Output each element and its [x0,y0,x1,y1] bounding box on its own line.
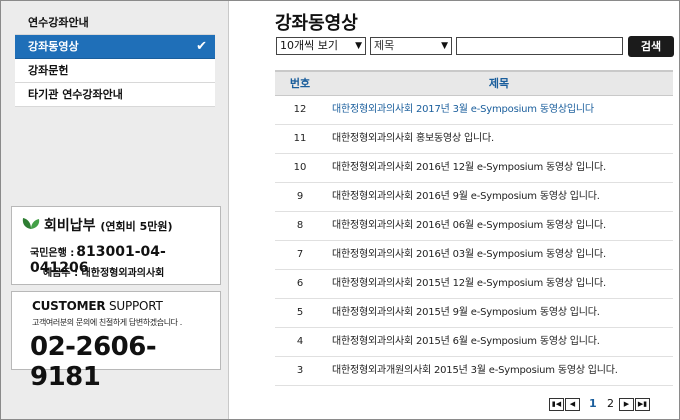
row-title-link[interactable]: 대한정형외과의사회 2016년 03월 e-Symposium 동영상 입니다. [332,241,606,269]
row-number: 3 [296,365,304,376]
sidebar-item-label: 타기관 연수강좌안내 [28,88,123,101]
search-toolbar: 10개씩 보기 ▼ 제목 ▼ 검색 [276,36,674,57]
search-field-value: 제목 [374,39,395,52]
sidebar-item-course-videos[interactable]: 강좌동영상 ✔ [15,35,215,59]
page-link-2[interactable]: 2 [607,397,614,410]
row-title-link[interactable]: 대한정형외과의사회 홍보동영상 입니다. [332,125,494,153]
fee-subtitle: (연회비 5만원) [100,220,173,233]
row-title-link[interactable]: 대한정형외과개원의사회 2015년 3월 e-Symposium 동영상 입니다… [332,357,618,385]
table-row[interactable]: 3 대한정형외과개원의사회 2015년 3월 e-Symposium 동영상 입… [275,357,673,386]
table-row[interactable]: 8 대한정형외과의사회 2016년 06월 e-Symposium 동영상 입니… [275,212,673,241]
page-link-1[interactable]: 1 [589,397,597,410]
row-title-link[interactable]: 대한정형외과의사회 2015년 9월 e-Symposium 동영상 입니다. [332,299,600,327]
page-size-select[interactable]: 10개씩 보기 ▼ [276,37,366,55]
prev-page-icon[interactable]: ◀ [565,398,580,411]
customer-support-box: CUSTOMER SUPPORT 고객여러분의 문의에 친절하게 답변하겠습니다… [11,291,221,392]
sidebar-item-label: 강좌문헌 [28,64,69,77]
table-row[interactable]: 7 대한정형외과의사회 2016년 03월 e-Symposium 동영상 입니… [275,241,673,270]
row-number: 11 [293,133,307,144]
first-page-icon[interactable]: ▮◀ [549,398,564,411]
row-number: 5 [296,307,304,318]
sidebar: 연수강좌안내 강좌동영상 ✔ 강좌문헌 타기관 연수강좌안내 회비납부 (연회비… [1,1,229,419]
page-title: 강좌동영상 [275,13,358,34]
support-title-rest: SUPPORT [105,299,163,313]
row-number: 9 [296,191,304,202]
row-number: 6 [296,278,304,289]
video-table: 번호 제목 12 대한정형외과의사회 2017년 3월 e-Symposium … [275,70,673,386]
column-header-title: 제목 [488,77,510,90]
table-row[interactable]: 10 대한정형외과의사회 2016년 12월 e-Symposium 동영상 입… [275,154,673,183]
sidebar-item-course-info[interactable]: 연수강좌안내 [15,11,215,35]
chevron-down-icon: ▼ [441,41,448,51]
chevron-down-icon: ▼ [355,41,362,51]
search-button[interactable]: 검색 [628,36,674,57]
fee-title: 회비납부 (연회비 5만원) [44,215,173,235]
table-row[interactable]: 6 대한정형외과의사회 2015년 12월 e-Symposium 동영상 입니… [275,270,673,299]
table-row[interactable]: 11 대한정형외과의사회 홍보동영상 입니다. [275,125,673,154]
row-title-link[interactable]: 대한정형외과의사회 2015년 6월 e-Symposium 동영상 입니다. [332,328,600,356]
fee-payment-box: 회비납부 (연회비 5만원) 국민은행 :813001-04-041206 예금… [11,206,221,285]
support-title-bold: CUSTOMER [32,299,106,313]
check-icon: ✔ [196,39,207,54]
search-input[interactable] [456,37,623,55]
table-row[interactable]: 4 대한정형외과의사회 2015년 6월 e-Symposium 동영상 입니다… [275,328,673,357]
row-number: 4 [296,336,304,347]
sidebar-item-course-documents[interactable]: 강좌문헌 [15,59,215,83]
column-header-number: 번호 [289,77,311,90]
row-number: 7 [296,249,304,260]
main-content: 강좌동영상 10개씩 보기 ▼ 제목 ▼ 검색 번호 제목 12 대한정형외과의… [230,1,679,419]
table-row[interactable]: 5 대한정형외과의사회 2015년 9월 e-Symposium 동영상 입니다… [275,299,673,328]
table-header: 번호 제목 [275,70,673,96]
sidebar-menu: 연수강좌안내 강좌동영상 ✔ 강좌문헌 타기관 연수강좌안내 [15,11,215,107]
account-holder: 예금주 : 대한정형외과의사회 [43,268,165,279]
row-title-link[interactable]: 대한정형외과의사회 2017년 3월 e-Symposium 동영상입니다 [332,96,594,124]
bank-label: 국민은행 : [30,248,75,259]
last-page-icon[interactable]: ▶▮ [635,398,650,411]
sidebar-item-other-courses[interactable]: 타기관 연수강좌안내 [15,83,215,107]
row-number: 12 [293,104,307,115]
row-title-link[interactable]: 대한정형외과의사회 2015년 12월 e-Symposium 동영상 입니다. [332,270,606,298]
fee-title-text: 회비납부 [44,218,96,234]
support-title: CUSTOMER SUPPORT [32,299,163,313]
search-field-select[interactable]: 제목 ▼ [370,37,452,55]
sidebar-item-label: 강좌동영상 [28,40,79,53]
support-description: 고객여러분의 문의에 친절하게 답변하겠습니다 . [32,318,182,327]
next-page-icon[interactable]: ▶ [619,398,634,411]
page-size-value: 10개씩 보기 [280,39,338,52]
sidebar-item-label: 연수강좌안내 [28,16,89,29]
table-row[interactable]: 9 대한정형외과의사회 2016년 9월 e-Symposium 동영상 입니다… [275,183,673,212]
leaf-icon [22,218,40,229]
table-row[interactable]: 12 대한정형외과의사회 2017년 3월 e-Symposium 동영상입니다 [275,96,673,125]
row-number: 8 [296,220,304,231]
row-title-link[interactable]: 대한정형외과의사회 2016년 06월 e-Symposium 동영상 입니다. [332,212,606,240]
row-number: 10 [293,162,307,173]
row-title-link[interactable]: 대한정형외과의사회 2016년 9월 e-Symposium 동영상 입니다. [332,183,600,211]
row-title-link[interactable]: 대한정형외과의사회 2016년 12월 e-Symposium 동영상 입니다. [332,154,606,182]
support-phone: 02-2606-9181 [30,332,157,392]
